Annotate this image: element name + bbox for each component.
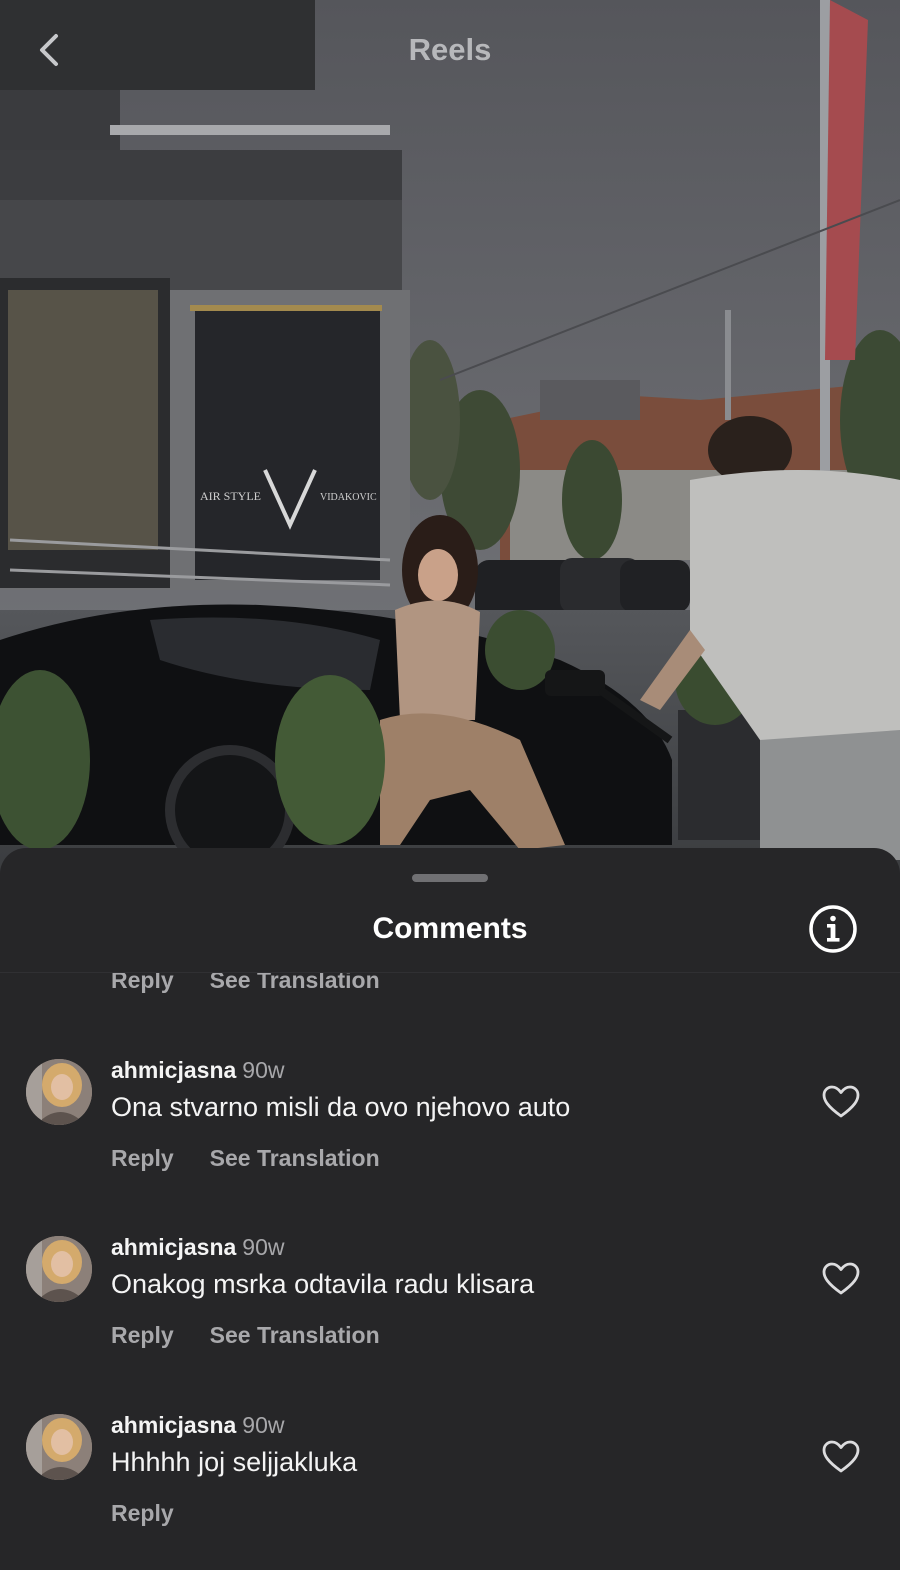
- comment-timestamp: 90w: [242, 1057, 285, 1083]
- sheet-drag-handle[interactable]: [412, 874, 488, 882]
- comments-title: Comments: [372, 912, 528, 945]
- comment-header: ahmicjasna 90w: [111, 1412, 285, 1439]
- comment-username[interactable]: ahmicjasna: [111, 1234, 236, 1260]
- reply-button[interactable]: Reply: [111, 1500, 174, 1526]
- comment-header: ahmicjasna 90w: [111, 1234, 285, 1261]
- see-translation-button[interactable]: See Translation: [210, 973, 380, 993]
- avatar-image: [26, 1236, 92, 1302]
- previous-comment-actions: Reply See Translation: [111, 973, 380, 994]
- comment-item: ahmicjasna 90w Ona stvarno misli da ovo n…: [0, 1057, 900, 1229]
- comment-username[interactable]: ahmicjasna: [111, 1057, 236, 1083]
- like-button[interactable]: [822, 1262, 860, 1296]
- heart-icon: [822, 1085, 860, 1118]
- comment-actions: Reply See Translation: [111, 1145, 380, 1172]
- info-icon: [809, 905, 857, 953]
- info-button[interactable]: [808, 904, 858, 954]
- comment-timestamp: 90w: [242, 1412, 285, 1438]
- reel-video-frame: AIR STYLE VIDAKOVIC: [0, 0, 900, 880]
- avatar[interactable]: [26, 1414, 92, 1480]
- comment-text: Ona stvarno misli da ovo njehovo auto: [111, 1092, 571, 1122]
- reply-button[interactable]: Reply: [111, 973, 174, 993]
- svg-text:VIDAKOVIC: VIDAKOVIC: [320, 492, 377, 503]
- reply-button[interactable]: Reply: [111, 1145, 174, 1171]
- comment-item: ahmicjasna 90w Hhhhh joj seljjakluka Repl…: [0, 1412, 900, 1570]
- reel-video[interactable]: AIR STYLE VIDAKOVIC Reels: [0, 0, 900, 880]
- like-button[interactable]: [822, 1440, 860, 1474]
- heart-icon: [822, 1440, 860, 1473]
- comment-username[interactable]: ahmicjasna: [111, 1412, 236, 1438]
- avatar[interactable]: [26, 1236, 92, 1302]
- reply-button[interactable]: Reply: [111, 1322, 174, 1348]
- see-translation-button[interactable]: See Translation: [210, 1322, 380, 1348]
- comments-list[interactable]: Reply See Translation ahmicjasna 90w Ona s…: [0, 973, 900, 1570]
- reels-title: Reels: [408, 32, 492, 67]
- comment-item: ahmicjasna 90w Onakog msrka odtavila radu…: [0, 1234, 900, 1406]
- comment-header: ahmicjasna 90w: [111, 1057, 285, 1084]
- avatar-image: [26, 1414, 92, 1480]
- see-translation-button[interactable]: See Translation: [210, 1145, 380, 1171]
- svg-text:AIR STYLE: AIR STYLE: [200, 489, 261, 503]
- avatar-image: [26, 1059, 92, 1125]
- comment-text: Hhhhh joj seljjakluka: [111, 1447, 358, 1477]
- like-button[interactable]: [822, 1085, 860, 1119]
- heart-icon: [822, 1262, 860, 1295]
- comments-sheet: Comments Reply See Translation ahmicjasn…: [0, 848, 900, 1570]
- comment-actions: Reply See Translation: [111, 1322, 380, 1349]
- reels-top-bar: Reels: [0, 0, 900, 110]
- comment-timestamp: 90w: [242, 1234, 285, 1260]
- avatar[interactable]: [26, 1059, 92, 1125]
- comment-text: Onakog msrka odtavila radu klisara: [111, 1269, 535, 1299]
- comment-actions: Reply: [111, 1500, 174, 1527]
